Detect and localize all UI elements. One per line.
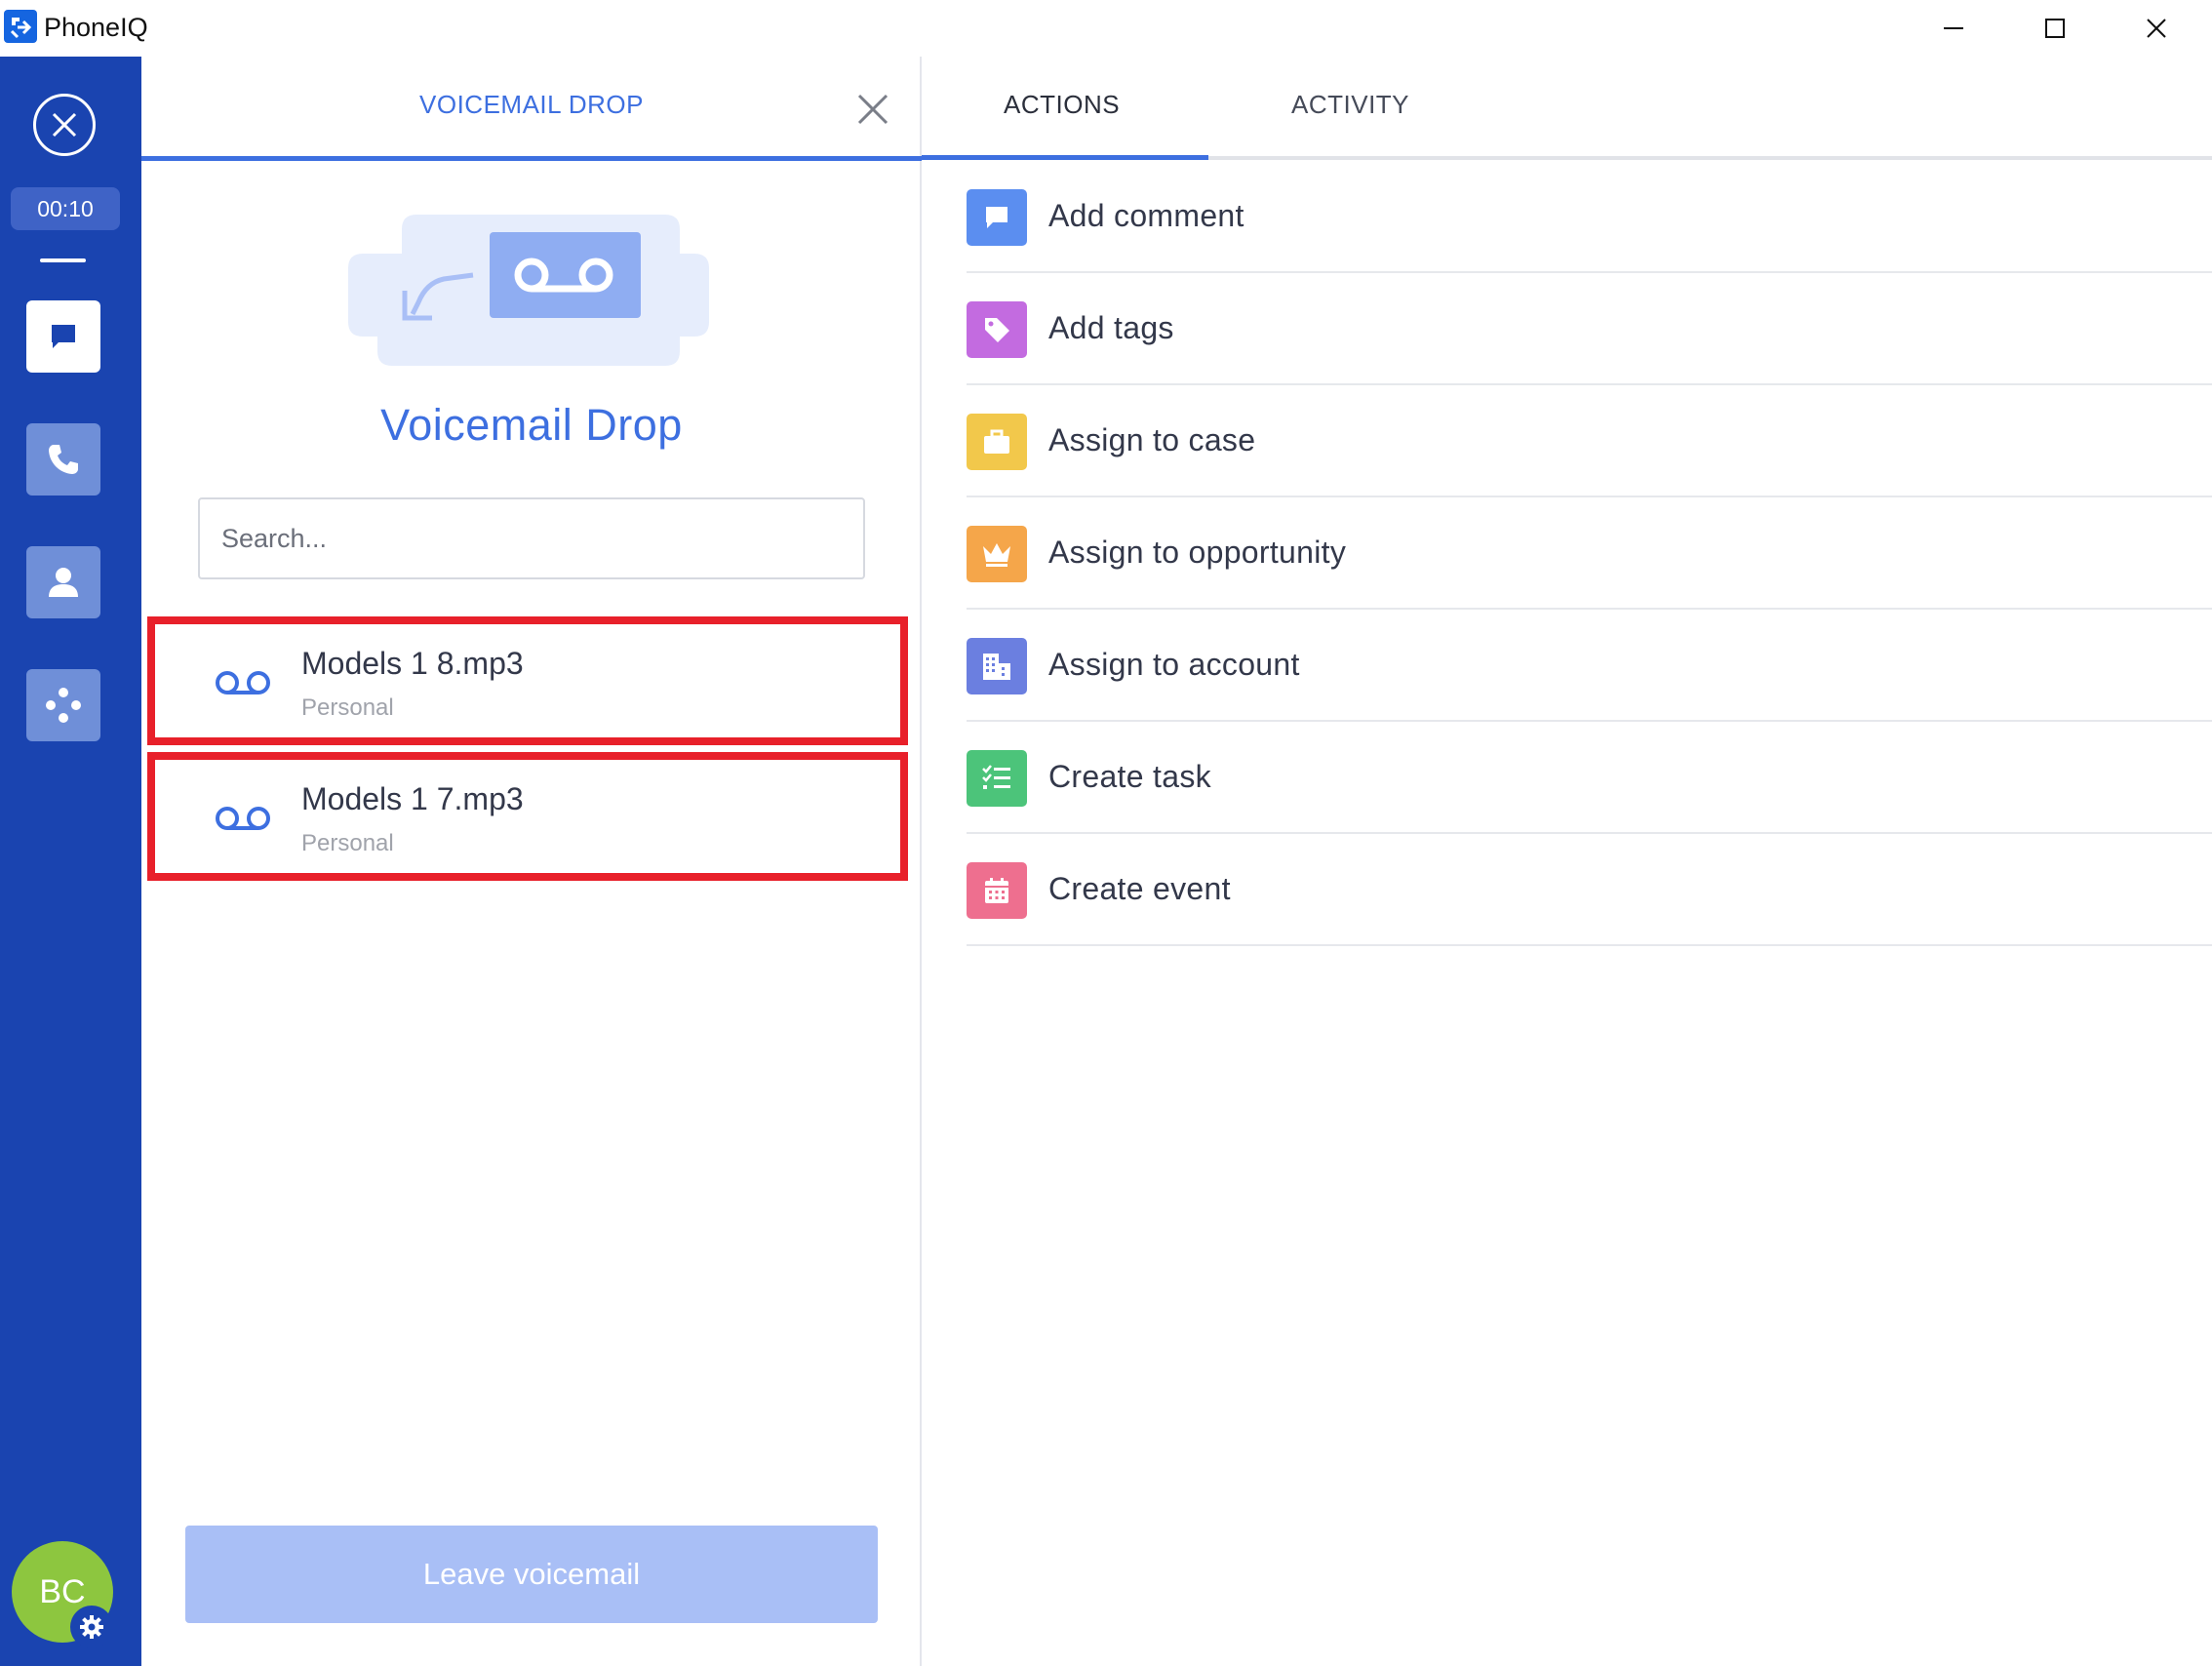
voicemail-drop-panel: VOICEMAIL DROP Voicemail Drop Models 1 8… xyxy=(141,57,922,1666)
building-icon xyxy=(967,638,1027,694)
close-panel-button[interactable] xyxy=(851,88,894,131)
action-add-comment[interactable]: Add comment xyxy=(967,161,2212,273)
tag-icon xyxy=(967,301,1027,358)
search-input[interactable] xyxy=(198,497,865,579)
comment-icon xyxy=(967,189,1027,246)
briefcase-icon xyxy=(967,414,1027,470)
action-label: Assign to account xyxy=(1048,647,1300,682)
title-bar: PhoneIQ xyxy=(0,0,2212,57)
rail-chat-button[interactable] xyxy=(26,300,100,373)
person-icon xyxy=(49,568,78,597)
tab-underline xyxy=(141,156,922,161)
phone-icon xyxy=(49,445,78,474)
minimize-button[interactable] xyxy=(1910,6,1997,51)
action-assign-to-account[interactable]: Assign to account xyxy=(967,610,2212,722)
action-label: Assign to case xyxy=(1048,422,1256,457)
end-call-button[interactable] xyxy=(33,94,96,156)
close-icon xyxy=(52,112,77,138)
voicemail-icon xyxy=(216,807,270,830)
tab-underline xyxy=(922,155,1208,160)
close-icon xyxy=(857,94,889,125)
dialpad-dots-icon xyxy=(46,688,81,723)
voicemail-item-category: Personal xyxy=(301,830,394,856)
checklist-icon xyxy=(967,750,1027,807)
action-add-tags[interactable]: Add tags xyxy=(967,273,2212,385)
voicemail-list-item[interactable]: Models 1 7.mp3 Personal xyxy=(147,752,908,881)
rail-contacts-button[interactable] xyxy=(26,546,100,618)
action-label: Add tags xyxy=(1048,310,1174,345)
action-label: Assign to opportunity xyxy=(1048,535,1347,570)
calendar-icon xyxy=(967,862,1027,919)
tab-actions[interactable]: ACTIONS xyxy=(1004,90,1120,120)
action-assign-to-opportunity[interactable]: Assign to opportunity xyxy=(967,497,2212,610)
rail-dialpad-button[interactable] xyxy=(26,669,100,741)
action-label: Add comment xyxy=(1048,198,1244,233)
voicemail-heading: Voicemail Drop xyxy=(380,400,683,450)
settings-gear-button[interactable] xyxy=(70,1606,113,1648)
chat-icon xyxy=(52,325,75,348)
crown-icon xyxy=(967,526,1027,582)
action-create-task[interactable]: Create task xyxy=(967,722,2212,834)
gear-icon xyxy=(80,1615,103,1639)
phoneiq-logo-icon xyxy=(4,10,37,43)
voicemail-item-name: Models 1 7.mp3 xyxy=(301,781,524,816)
leave-voicemail-button[interactable]: Leave voicemail xyxy=(185,1526,878,1623)
tab-voicemail-drop[interactable]: VOICEMAIL DROP xyxy=(141,90,922,120)
voicemail-item-name: Models 1 8.mp3 xyxy=(301,646,524,681)
action-label: Create task xyxy=(1048,759,1211,794)
voicemail-icon xyxy=(216,671,270,694)
app-title: PhoneIQ xyxy=(44,13,148,42)
close-window-button[interactable] xyxy=(2113,6,2200,51)
voicemail-item-category: Personal xyxy=(301,694,394,721)
action-assign-to-case[interactable]: Assign to case xyxy=(967,385,2212,497)
call-timer: 00:10 xyxy=(11,187,120,230)
actions-panel: ACTIONS ACTIVITY Add comment Add tags As… xyxy=(922,57,2212,1666)
maximize-button[interactable] xyxy=(2011,6,2099,51)
voicemail-list-item[interactable]: Models 1 8.mp3 Personal xyxy=(147,616,908,745)
avatar-initials: BC xyxy=(39,1572,86,1610)
action-label: Create event xyxy=(1048,871,1231,906)
left-rail: 00:10 BC xyxy=(0,57,141,1666)
rail-phone-button[interactable] xyxy=(26,423,100,496)
divider xyxy=(40,258,86,262)
voicemail-drop-illustration xyxy=(348,215,709,366)
tab-activity[interactable]: ACTIVITY xyxy=(1291,90,1409,120)
action-create-event[interactable]: Create event xyxy=(967,834,2212,946)
